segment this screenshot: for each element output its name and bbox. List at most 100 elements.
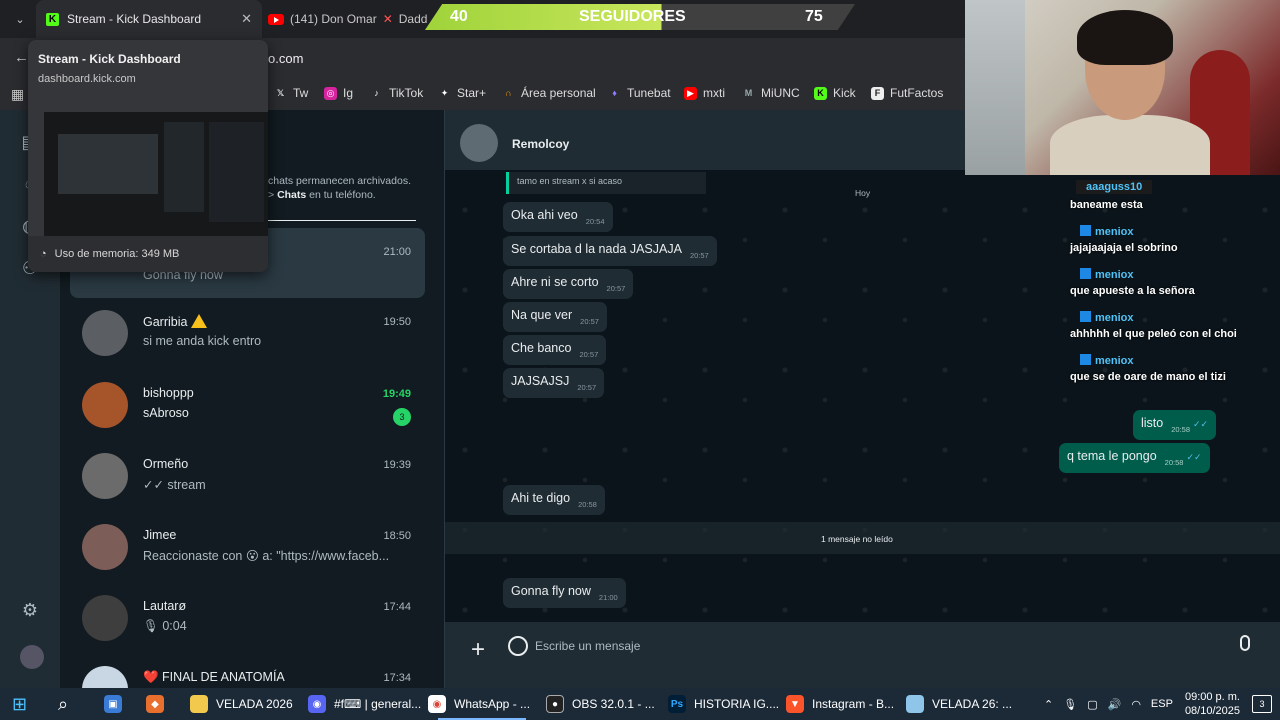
url-text[interactable]: o.com xyxy=(268,51,303,66)
chat-preview: si me anda kick entro xyxy=(143,334,262,348)
quoted-message[interactable]: tamo en stream x si acaso xyxy=(506,172,706,194)
brave-icon: ▼ xyxy=(786,695,804,713)
search-icon[interactable]: ⌕ xyxy=(58,688,68,720)
chat-time: 19:39 xyxy=(383,459,411,471)
chat-message: baneame esta xyxy=(1070,199,1143,211)
sticker-emoji-icon[interactable] xyxy=(508,636,528,656)
clock[interactable]: 09:00 p. m. 08/10/2025 xyxy=(1185,690,1240,718)
chat-item-jimee[interactable]: Jimee Reaccionaste con 😮 a: "https://www… xyxy=(70,512,425,582)
bookmark-tiktok[interactable]: ♪ TikTok xyxy=(370,86,423,100)
contact-name[interactable]: Remolcoy xyxy=(512,137,569,151)
notifications-icon[interactable]: 3 xyxy=(1252,695,1272,713)
bookmark-tunebat[interactable]: ♦ Tunebat xyxy=(608,86,670,100)
taskbar-velada-26[interactable]: VELADA 26: ... xyxy=(906,688,1012,720)
chat-item-bishoppp[interactable]: bishoppp sAbroso 19:49 3 xyxy=(70,370,425,440)
avatar xyxy=(82,453,128,499)
attach-plus-icon[interactable]: + xyxy=(471,636,485,664)
app-icon: ▣ xyxy=(104,695,122,713)
close-icon[interactable]: ✕ xyxy=(241,11,252,27)
taskbar-instagram[interactable]: ▼ Instagram - B... xyxy=(786,688,894,720)
chevron-up-icon[interactable]: ⌃ xyxy=(1044,698,1053,711)
back-arrow-icon[interactable]: ← xyxy=(14,49,29,66)
chat-message: jajajaajaja el sobrino xyxy=(1070,242,1178,254)
taskbar-app-icon[interactable]: ▣ xyxy=(104,688,130,720)
badge-icon xyxy=(1080,311,1091,322)
message-time: 20:58 xyxy=(1164,458,1184,467)
taskbar-photoshop[interactable]: Ps HISTORIA IG.... xyxy=(668,688,779,720)
chat-message: que se de oare de mano el tizi xyxy=(1070,371,1226,383)
profile-avatar[interactable] xyxy=(20,645,44,669)
miunc-icon: M xyxy=(744,88,753,98)
webcam-background-shelf xyxy=(965,0,1025,175)
chat-item-final-anatomia[interactable]: ❤️ FINAL DE ANATOMÍA 17:34 xyxy=(70,654,425,688)
bookmark-tw[interactable]: 𝕏 Tw xyxy=(274,86,308,100)
microphone-icon[interactable]: 🎙 xyxy=(1063,698,1077,711)
chat-item-lautaro[interactable]: Lautarø 🎙 0:04 17:44 xyxy=(70,583,425,653)
message-in[interactable]: Na que ver 20:57 xyxy=(503,302,607,332)
message-in[interactable]: JAJSAJSJ 20:57 xyxy=(503,368,605,398)
chat-name: Jimee xyxy=(143,528,177,542)
day-separator: Hoy xyxy=(855,188,871,198)
hovercard-url: dashboard.kick.com xyxy=(38,73,136,85)
windows-start-icon[interactable]: ⊞ xyxy=(12,688,27,720)
tab-title: (141) Don Omar xyxy=(290,12,377,26)
language-indicator[interactable]: ESP xyxy=(1151,698,1173,710)
chat-item-garribia[interactable]: Garribia si me anda kick entro 19:50 xyxy=(70,298,425,368)
taskbar-obs[interactable]: ● OBS 32.0.1 - ... xyxy=(546,688,655,720)
contact-avatar[interactable] xyxy=(460,124,498,162)
kick-icon: K xyxy=(46,12,59,26)
avatar xyxy=(82,382,128,428)
close-icon[interactable]: ✕ xyxy=(383,12,393,26)
windows-taskbar: ⊞ ⌕ ▣ ◆ VELADA 2026 ◉ #f⌨ | general... ◉ W… xyxy=(0,688,1280,720)
microphone-icon[interactable] xyxy=(1240,635,1250,651)
bookmark-starplus[interactable]: ✦ Star+ xyxy=(438,86,486,100)
discord-icon: ◉ xyxy=(308,695,326,713)
wifi-icon[interactable]: ◠ xyxy=(1131,698,1141,711)
message-in[interactable]: Ahre ni se corto 20:57 xyxy=(503,269,634,299)
bookmark-area-personal[interactable]: ∩ Área personal xyxy=(502,86,595,100)
taskbar-discord[interactable]: ◉ #f⌨ | general... xyxy=(308,688,421,720)
chat-item-ormeno[interactable]: Ormeño ✓✓ stream 19:39 xyxy=(70,441,425,511)
tab-kick-dashboard[interactable]: K Stream - Kick Dashboard ✕ xyxy=(36,0,262,38)
bookmark-futfactos[interactable]: F FutFactos xyxy=(871,86,943,100)
warning-icon xyxy=(191,314,208,328)
bookmark-ig[interactable]: ◎ Ig xyxy=(324,86,353,100)
chat-time: 17:44 xyxy=(383,601,411,613)
settings-gear-icon[interactable]: ⚙ xyxy=(20,600,40,620)
message-in[interactable]: Gonna fly now 21:00 xyxy=(503,578,626,608)
message-text: Oka ahi veo xyxy=(511,208,578,222)
bookmark-kick[interactable]: K Kick xyxy=(814,86,856,100)
message-in[interactable]: Oka ahi veo 20:54 xyxy=(503,202,613,232)
kick-icon: K xyxy=(814,86,827,100)
message-input[interactable] xyxy=(535,631,1215,661)
archived-chats-link: Chats xyxy=(277,189,307,201)
bookmark-mxti[interactable]: ▶ mxti xyxy=(684,86,725,100)
message-out[interactable]: listo 20:58✓✓ xyxy=(1133,410,1217,440)
chat-username: meniox xyxy=(1080,311,1134,324)
bookmark-miunc[interactable]: M MiUNC xyxy=(742,86,800,100)
divider xyxy=(268,220,416,221)
tab-search-chevron-icon[interactable]: ⌄ xyxy=(8,0,32,38)
message-text: Se cortaba d la nada JASJAJA xyxy=(511,242,682,256)
avatar xyxy=(82,524,128,570)
tab-youtube[interactable]: (141) Don Omar ✕ Dadd xyxy=(268,0,427,38)
taskbar-velada-2026[interactable]: VELADA 2026 xyxy=(190,688,293,720)
stream-chat-overlay: aaaguss10 baneame esta meniox jajajaajaj… xyxy=(1066,178,1280,390)
meet-now-icon[interactable]: ▢ xyxy=(1087,698,1097,711)
taskbar-label: #f⌨ | general... xyxy=(334,697,422,711)
message-in[interactable]: Che banco 20:57 xyxy=(503,335,607,365)
taskbar-app-icon[interactable]: ◆ xyxy=(146,688,172,720)
bookmark-label: Kick xyxy=(833,86,856,100)
message-in[interactable]: Se cortaba d la nada JASJAJA 20:57 xyxy=(503,236,717,266)
apps-grid-icon[interactable]: ▦ xyxy=(11,86,24,103)
taskbar-whatsapp[interactable]: ◉ WhatsApp - ... xyxy=(428,688,536,720)
message-time: 20:54 xyxy=(585,217,605,226)
message-in[interactable]: Ahi te digo 20:58 xyxy=(503,485,605,515)
message-out[interactable]: q tema le pongo 20:58✓✓ xyxy=(1059,443,1210,473)
volume-icon[interactable]: 🔊 xyxy=(1108,698,1122,711)
followers-label: SEGUIDORES xyxy=(579,8,686,25)
photoshop-icon: Ps xyxy=(668,695,686,713)
app-icon: ◆ xyxy=(146,695,164,713)
double-check-icon: ✓✓ xyxy=(1193,419,1209,429)
system-tray: ⌃ 🎙 ▢ 🔊 ◠ ESP 09:00 p. m. 08/10/2025 xyxy=(1044,688,1240,720)
